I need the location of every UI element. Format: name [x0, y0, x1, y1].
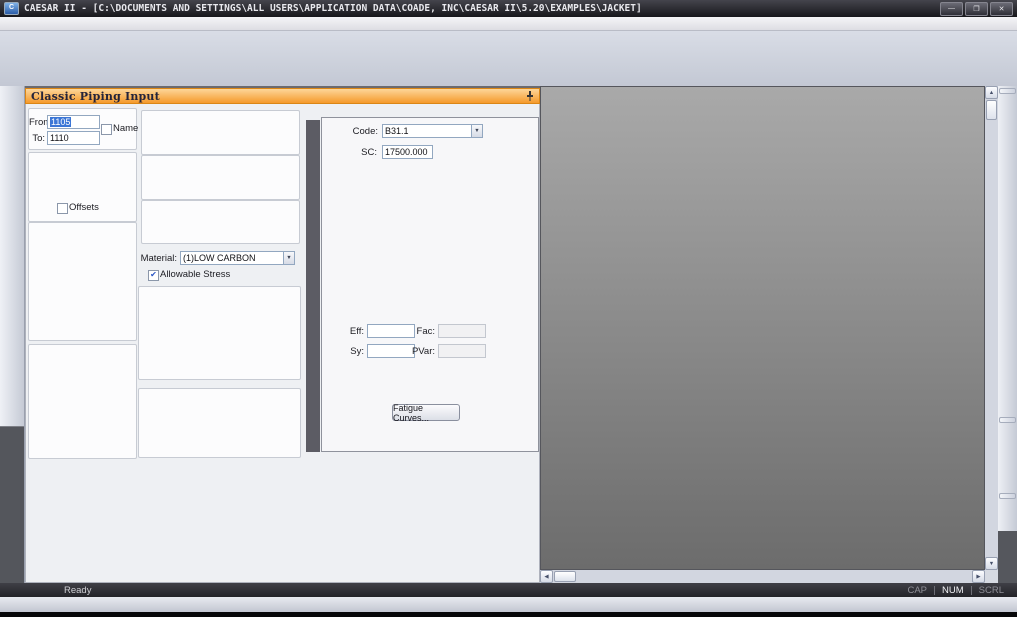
classic-piping-input-panel: Classic Piping Input From: 1105 To: 1110… [25, 88, 540, 583]
from-field[interactable]: 1105 [47, 115, 100, 129]
sc-label: SC: [359, 147, 377, 158]
menu-bar [0, 17, 1017, 31]
restore-button[interactable]: ❐ [965, 2, 988, 16]
offsets-checkbox[interactable] [57, 203, 68, 214]
allowable-stresses-panel: Code: B31.1 ▼ SC: 17500.000 Eff: Fac: Sy… [321, 117, 539, 452]
name-checkbox[interactable] [101, 124, 112, 135]
boundary-checks-group [141, 155, 300, 200]
sy-label: Sy: [334, 346, 364, 357]
horizontal-scrollbar[interactable]: ◀ ▶ [540, 570, 985, 583]
minimize-button[interactable]: — [940, 2, 963, 16]
scroll-down-icon[interactable]: ▼ [985, 557, 998, 570]
piping-model-viewport[interactable] [540, 86, 985, 570]
eff-label: Eff: [334, 326, 364, 337]
code-combo[interactable]: B31.1 [382, 124, 473, 138]
panel-body: From: 1105 To: 1110 Name Offsets [25, 104, 540, 583]
main-area: Classic Piping Input From: 1105 To: 1110… [0, 86, 1017, 583]
pin-icon[interactable] [526, 91, 534, 101]
scroll-left-icon[interactable]: ◀ [540, 570, 553, 583]
bottom-edge [0, 612, 1017, 617]
window-title: CAESAR II - [C:\DOCUMENTS AND SETTINGS\A… [24, 3, 936, 14]
aux-tab-strip [306, 120, 320, 452]
toolbar-zone [0, 31, 1017, 86]
panel-title-bar[interactable]: Classic Piping Input [25, 88, 540, 104]
status-text: Ready [64, 585, 91, 596]
panel-title: Classic Piping Input [31, 90, 526, 103]
scroll-right-icon[interactable]: ▶ [972, 570, 985, 583]
right-strip-filler [998, 531, 1017, 583]
name-checkbox-label: Name [113, 123, 138, 134]
node-group: From: 1105 To: 1110 Name [28, 108, 137, 150]
fac-field[interactable] [438, 324, 486, 338]
scroll-up-icon[interactable]: ▲ [985, 86, 998, 99]
right-toolbar [998, 86, 1017, 583]
loads-checks-group [141, 200, 300, 244]
pvar-label: PVar: [408, 346, 435, 357]
to-field[interactable]: 1110 [47, 131, 100, 145]
density-group [138, 388, 301, 458]
left-toolbar [0, 86, 25, 583]
material-combo[interactable]: (1)LOW CARBON [180, 251, 285, 265]
component-checks-group [141, 110, 300, 155]
pipe-section-group [28, 222, 137, 341]
from-value: 1105 [50, 117, 71, 127]
title-bar: C CAESAR II - [C:\DOCUMENTS AND SETTINGS… [0, 0, 1017, 17]
vertical-scrollbar[interactable]: ▲ ▼ [985, 86, 998, 570]
caesar-ii-window: C CAESAR II - [C:\DOCUMENTS AND SETTINGS… [0, 0, 1017, 617]
left-strip-filler [0, 426, 24, 583]
to-label: To: [29, 133, 45, 144]
num-lock-indicator: NUM [935, 585, 971, 596]
allowable-stress-checkbox[interactable]: ✔ [148, 270, 159, 281]
scroll-lock-indicator: SCRL [972, 585, 1011, 596]
model-view-area: ▲ ▼ ◀ ▶ [540, 86, 998, 583]
operating-conditions-group [28, 344, 137, 459]
material-dropdown-icon[interactable]: ▼ [283, 251, 295, 265]
pvar-field[interactable] [438, 344, 486, 358]
code-label: Code: [344, 126, 378, 137]
deltas-group: Offsets [28, 152, 137, 222]
from-label: From: [29, 117, 45, 128]
offsets-checkbox-label: Offsets [69, 202, 99, 213]
app-icon: C [4, 2, 19, 15]
fatigue-curves-button[interactable]: Fat­igue Curves... [392, 404, 460, 421]
status-bar: Ready CAP NUM SCRL [0, 583, 1017, 597]
material-label: Material: [122, 253, 177, 264]
code-dropdown-icon[interactable]: ▼ [471, 124, 483, 138]
allowable-stress-label: Allowable Stress [160, 269, 230, 280]
caps-lock-indicator: CAP [900, 585, 934, 596]
horizontal-scroll-thumb[interactable] [554, 571, 576, 582]
fac-label: Fac: [408, 326, 435, 337]
sc-field[interactable]: 17500.000 [382, 145, 433, 159]
close-button[interactable]: ✕ [990, 2, 1013, 16]
bottom-toolbar-zone [0, 597, 1017, 612]
vertical-scroll-thumb[interactable] [986, 100, 997, 120]
elastic-properties-group [138, 286, 301, 380]
